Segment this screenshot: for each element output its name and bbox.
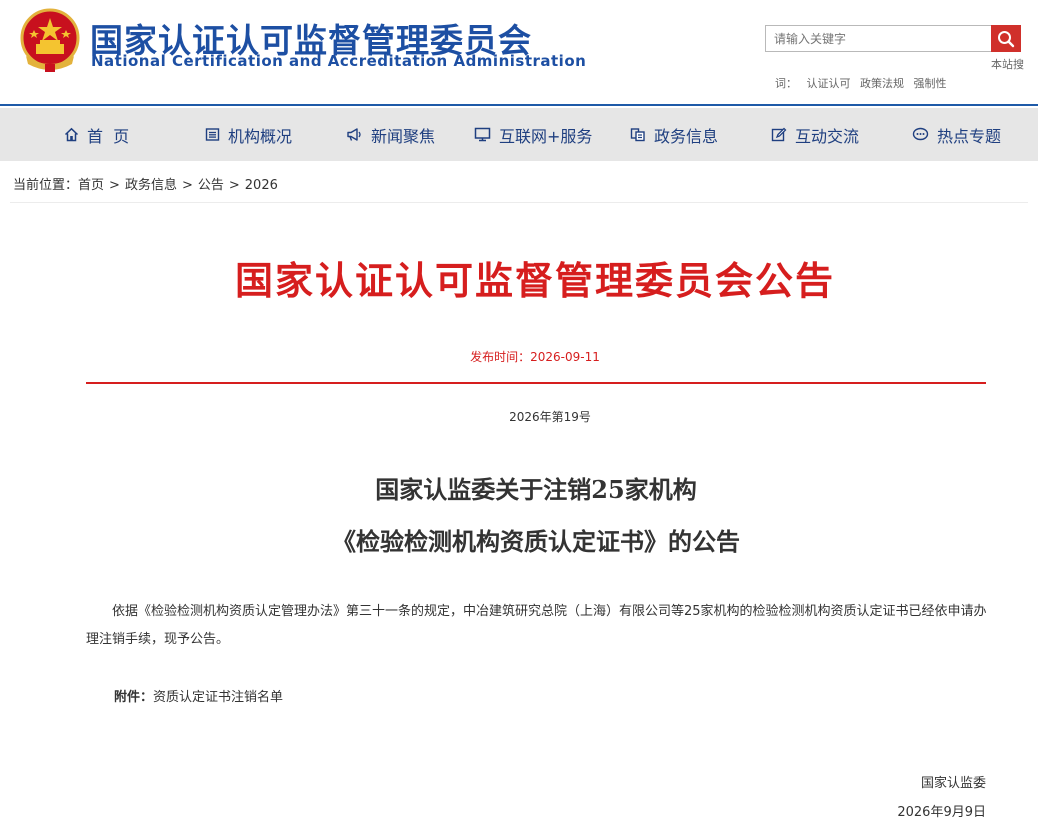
breadcrumb-item-home[interactable]: 首页 bbox=[78, 178, 104, 193]
nav-item-internet-service[interactable]: 互联网+服务 bbox=[474, 108, 592, 161]
nav-item-label: 首 页 bbox=[87, 126, 130, 146]
nav-item-label: 热点专题 bbox=[937, 126, 1002, 146]
attachment: 附件：资质认定证书注销名单 bbox=[114, 686, 283, 705]
hot-word-link[interactable]: 强制性 bbox=[914, 77, 947, 90]
nav-item-gov-info[interactable]: 政务信息 bbox=[630, 108, 718, 161]
national-emblem-icon bbox=[20, 8, 80, 72]
sign-date: 2026年9月9日 bbox=[897, 805, 986, 820]
document-title-line-2: 《检验检测机构资质认定证书》的公告 bbox=[332, 527, 740, 556]
document-title-line-1: 国家认监委关于注销25家机构 bbox=[375, 475, 697, 504]
breadcrumb: 当前位置：首页 > 政务信息 > 公告 >2026 bbox=[13, 174, 278, 193]
nav-item-label: 新闻聚焦 bbox=[371, 126, 436, 146]
site-header: 国家认证认可监督管理委员会 National Certification and… bbox=[0, 0, 1038, 106]
main-nav: 首 页 机构概况 新闻聚焦 互联网+服务 政务信息 互动交流 热点专题 bbox=[0, 108, 1038, 161]
nav-item-news[interactable]: 新闻聚焦 bbox=[346, 108, 435, 161]
nav-item-hot-topics[interactable]: 热点专题 bbox=[912, 108, 1001, 161]
breadcrumb-item-gov-info[interactable]: 政务信息 bbox=[125, 178, 177, 193]
search-icon bbox=[998, 31, 1015, 48]
breadcrumb-separator: > bbox=[181, 178, 193, 193]
nav-item-about[interactable]: 机构概况 bbox=[205, 108, 292, 161]
breadcrumb-divider bbox=[10, 202, 1028, 203]
nav-item-label: 机构概况 bbox=[228, 126, 293, 146]
breadcrumb-item-announcement[interactable]: 公告 bbox=[198, 178, 224, 193]
publish-time: 发布时间：2026-09-11 bbox=[470, 350, 600, 364]
monitor-icon bbox=[474, 127, 491, 142]
signer: 国家认监委 bbox=[920, 776, 986, 791]
megaphone-icon bbox=[347, 128, 361, 141]
breadcrumb-separator: > bbox=[109, 178, 120, 193]
nav-item-home[interactable]: 首 页 bbox=[64, 108, 129, 161]
nav-item-label: 互动交流 bbox=[795, 126, 860, 146]
attachment-label: 附件： bbox=[114, 690, 154, 705]
attachment-link[interactable]: 资质认定证书注销名单 bbox=[153, 690, 283, 705]
edit-icon bbox=[771, 127, 787, 142]
nav-item-label: 互联网+服务 bbox=[499, 126, 593, 146]
home-icon bbox=[64, 127, 79, 142]
breadcrumb-label: 当前位置： bbox=[13, 178, 79, 193]
document-icon bbox=[630, 128, 645, 142]
site-subtitle: National Certification and Accreditation… bbox=[91, 52, 587, 70]
title-divider bbox=[86, 382, 986, 384]
chat-icon bbox=[912, 127, 929, 141]
search-button[interactable] bbox=[991, 25, 1021, 52]
article-title: 国家认证认可监督管理委员会公告 bbox=[234, 258, 835, 303]
document-number: 2026年第19号 bbox=[509, 410, 591, 424]
list-icon bbox=[205, 128, 220, 141]
breadcrumb-item-year[interactable]: 2026 bbox=[245, 178, 278, 193]
site-search-link[interactable]: 本站搜 bbox=[991, 56, 1024, 72]
article-body: 依据《检验检测机构资质认定管理办法》第三十一条的规定，中冶建筑研究总院（上海）有… bbox=[86, 604, 987, 647]
hot-word-link[interactable]: 政策法规 bbox=[860, 77, 904, 90]
search-input[interactable] bbox=[765, 25, 992, 52]
breadcrumb-separator: > bbox=[228, 178, 240, 193]
hot-words: 词： 认证认可 政策法规 强制性 bbox=[775, 75, 953, 91]
hot-word-link[interactable]: 认证认可 bbox=[807, 77, 851, 90]
nav-item-label: 政务信息 bbox=[654, 126, 719, 146]
hot-words-label: 词： bbox=[775, 77, 797, 90]
nav-item-interaction[interactable]: 互动交流 bbox=[771, 108, 859, 161]
